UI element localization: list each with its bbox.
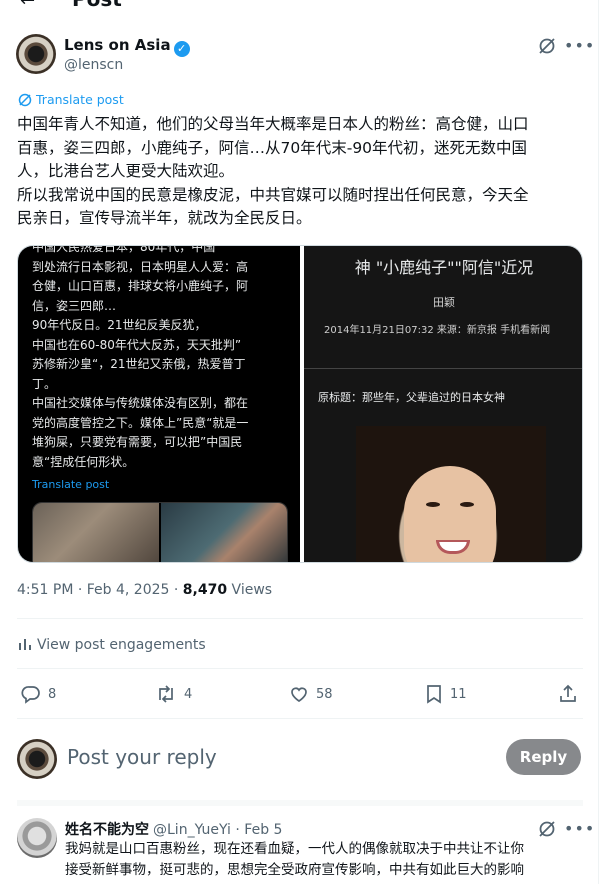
grok-icon[interactable] [537, 36, 557, 56]
reply-text-line: 接受新鲜事物，挺可悲的，思想完全受政府宣传影响，中共有如此巨大的影响 [65, 862, 524, 878]
post-text: 中国年青人不知道，他们的父母当年大概率是日本人的粉丝：高仓健，山口 百惠，姿三四… [17, 113, 587, 231]
reply-post[interactable]: 姓名不能为空 @Lin_YueYi · Feb 5 我妈就是山口百惠粉丝，现在还看… [17, 818, 583, 884]
media-screenshot-right[interactable]: 神 "小鹿纯子""阿信"近况 田颖 2014年11月21日07:32 来源：新京… [304, 246, 582, 562]
thumbnail-image [33, 503, 159, 562]
share-icon [560, 684, 576, 702]
views-label: Views [231, 582, 273, 598]
post-media[interactable]: 中国人民热爱日本，80年代，中国 到处流行日本影视，日本明星人人爱：高 仓健，山… [17, 245, 583, 563]
post-text-line: 民亲日，宣传导流半年，就改为全民反日。 [17, 209, 312, 227]
top-bar: ← Post ⋯ [0, 0, 604, 10]
repost-action[interactable]: 4 [155, 684, 192, 704]
reply-text: 我妈就是山口百惠粉丝，现在还看血疑，一代人的偶像就取决于中共让不让你 接受新鲜事… [65, 839, 583, 881]
portrait-photo [356, 426, 546, 562]
column-border [598, 0, 599, 884]
divider [17, 668, 583, 669]
article-meta: 2014年11月21日07:32 来源：新京报 手机看新闻 [324, 325, 551, 336]
reply-button[interactable]: Reply [506, 739, 581, 775]
article-author: 田颖 [433, 296, 455, 309]
post-text-line: 人，比港台艺人更受大陆欢迎。 [17, 162, 235, 180]
quoted-media-thumbnails [32, 502, 288, 562]
view-engagements-link[interactable]: View post engagements [17, 636, 206, 653]
reply-action[interactable]: 8 [21, 684, 56, 704]
translate-icon [18, 93, 32, 107]
post-timestamp: 4:51 PM · Feb 4, 2025 · 8,470 Views [17, 582, 272, 598]
post-text-line: 所以我常说中国的民意是橡皮泥，中共官媒可以随时捏出任何民意，今天全 [17, 185, 529, 204]
repost-icon [159, 685, 173, 703]
article-title: 神 "小鹿纯子""阿信"近况 [354, 258, 534, 277]
avatar[interactable] [17, 818, 57, 858]
divider [304, 368, 582, 369]
divider [17, 718, 583, 719]
grok-icon[interactable] [537, 819, 557, 839]
page-title: Post [72, 0, 122, 10]
thumbnail-image [161, 503, 287, 562]
avatar[interactable] [16, 34, 56, 74]
more-icon[interactable]: ••• [564, 819, 595, 838]
analytics-icon [19, 639, 31, 650]
verified-badge-icon: ✓ [173, 41, 190, 57]
quoted-translate-link: Translate post [32, 478, 110, 491]
divider [17, 618, 583, 619]
reply-handle[interactable]: @Lin_YueYi · Feb 5 [153, 822, 282, 838]
heart-icon [291, 687, 307, 702]
back-arrow-icon[interactable]: ← [20, 0, 35, 10]
reply-composer: Post your reply Reply [17, 737, 583, 781]
article-original-title: 原标题：那些年，父辈追过的日本女神 [318, 391, 505, 404]
reply-author[interactable]: 姓名不能为空 @Lin_YueYi · Feb 5 [65, 819, 282, 839]
reply-input[interactable]: Post your reply [67, 745, 217, 769]
post-text-line: 中国年青人不知道，他们的父母当年大概率是日本人的粉丝：高仓健，山口 [17, 115, 529, 133]
like-action[interactable]: 58 [289, 684, 333, 704]
author-handle[interactable]: @lenscn [64, 57, 123, 73]
media-screenshot-left[interactable]: 中国人民热爱日本，80年代，中国 到处流行日本影视，日本明星人人爱：高 仓健，山… [18, 246, 300, 562]
views-count: 8,470 [182, 582, 228, 598]
bookmark-action[interactable]: 11 [425, 684, 467, 704]
more-icon[interactable]: ••• [564, 36, 595, 55]
author-name[interactable]: Lens on Asia ✓ [64, 36, 190, 57]
post-time[interactable]: 4:51 PM · Feb 4, 2025 · [17, 582, 178, 598]
quoted-post-text: 中国人民热爱日本，80年代，中国 到处流行日本影视，日本明星人人爱：高 仓健，山… [32, 246, 249, 469]
share-action[interactable] [558, 684, 578, 704]
reply-icon [21, 686, 40, 704]
translate-post-link[interactable]: Translate post [18, 92, 124, 107]
bookmark-icon [427, 685, 441, 704]
post-text-line: 百惠，姿三四郎，小鹿纯子，阿信…从70年代末-90年代初，迷死无数中国 [17, 138, 528, 157]
reply-text-line: 我妈就是山口百惠粉丝，现在还看血疑，一代人的偶像就取决于中共让不让你 [65, 841, 524, 857]
more-icon[interactable]: ⋯ [558, 0, 576, 9]
avatar[interactable] [17, 739, 57, 779]
section-divider [17, 800, 583, 806]
